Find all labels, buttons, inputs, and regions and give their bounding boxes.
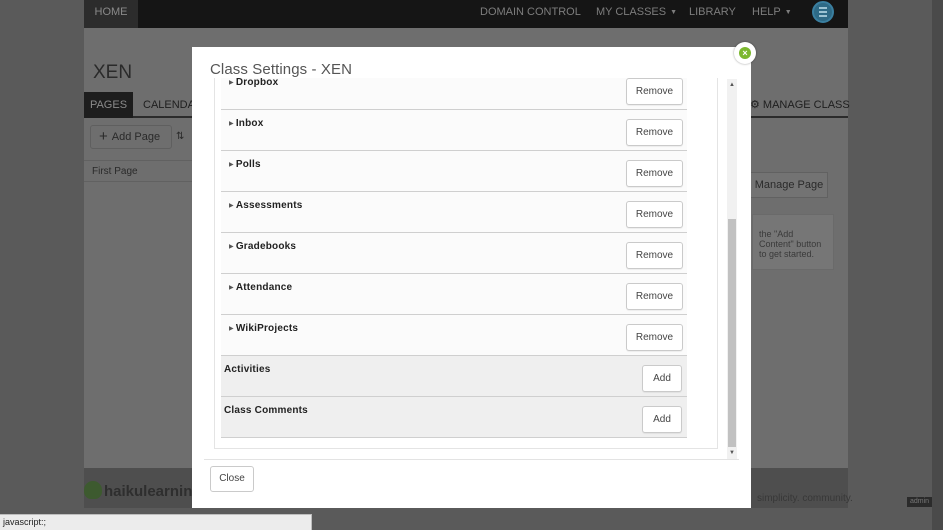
tool-row: ▶ WikiProjects Remove bbox=[221, 315, 687, 356]
tool-name: Inbox bbox=[235, 118, 264, 129]
tool-name: WikiProjects bbox=[235, 323, 299, 334]
nav-library[interactable]: LIBRARY bbox=[689, 0, 736, 24]
modal-content: ▶ Dropbox Remove ▶ Inbox Remove ▶ Polls Remove ▶ A… bbox=[214, 78, 718, 449]
add-page-button[interactable]: + Add Page bbox=[90, 125, 172, 149]
tool-name: Gradebooks bbox=[235, 241, 297, 252]
expand-triangle-icon: ▶ bbox=[229, 326, 234, 332]
modal-title: Class Settings - XEN bbox=[210, 61, 353, 78]
tree-icon bbox=[84, 481, 102, 499]
scroll-down-arrow-icon[interactable]: ▼ bbox=[727, 447, 737, 459]
tool-row: ▶ Dropbox Remove bbox=[221, 78, 687, 110]
tool-row: ▶ Attendance Remove bbox=[221, 274, 687, 315]
nav-my-classes-label: MY CLASSES bbox=[596, 6, 667, 18]
expand-triangle-icon: ▶ bbox=[229, 285, 234, 291]
tool-row: ▶ Inbox Remove bbox=[221, 110, 687, 151]
remove-tool-button[interactable]: Remove bbox=[626, 283, 683, 310]
remove-tool-button[interactable]: Remove bbox=[626, 119, 683, 146]
window-scrollbar[interactable] bbox=[932, 0, 943, 530]
nav-home[interactable]: HOME bbox=[84, 0, 138, 28]
remove-tool-button[interactable]: Remove bbox=[626, 160, 683, 187]
logo-text: haikulearning bbox=[104, 483, 202, 500]
add-tool-button[interactable]: Add bbox=[642, 406, 682, 433]
add-tool-button[interactable]: Add bbox=[642, 365, 682, 392]
tool-name: Polls bbox=[235, 159, 261, 170]
footer-tagline: simplicity. community. bbox=[757, 493, 853, 504]
tab-manage-class-label: MANAGE CLASS bbox=[762, 99, 850, 111]
user-avatar-icon[interactable] bbox=[812, 1, 834, 23]
nav-my-classes[interactable]: MY CLASSES ▼ bbox=[596, 0, 677, 25]
tool-row: Class Comments Add bbox=[221, 397, 687, 438]
remove-tool-button[interactable]: Remove bbox=[626, 201, 683, 228]
tool-row-label[interactable]: ▶ Assessments bbox=[229, 200, 303, 211]
sort-icon[interactable]: ⇅ bbox=[176, 131, 184, 142]
modal-close-icon[interactable]: × bbox=[734, 42, 756, 64]
tool-row-label[interactable]: ▶ Inbox bbox=[229, 118, 264, 129]
nav-help[interactable]: HELP ▼ bbox=[752, 0, 792, 25]
remove-tool-button[interactable]: Remove bbox=[626, 324, 683, 351]
nav-domain-control[interactable]: DOMAIN CONTROL bbox=[480, 0, 581, 24]
expand-triangle-icon: ▶ bbox=[229, 244, 234, 250]
expand-triangle-icon: ▶ bbox=[229, 203, 234, 209]
chevron-down-icon: ▼ bbox=[784, 9, 792, 16]
tool-row: ▶ Gradebooks Remove bbox=[221, 233, 687, 274]
tool-name: Activities bbox=[224, 364, 271, 375]
manage-page-button[interactable]: Manage Page bbox=[750, 172, 828, 198]
expand-triangle-icon: ▶ bbox=[229, 121, 234, 127]
tool-name: Attendance bbox=[235, 282, 293, 293]
close-button[interactable]: Close bbox=[210, 466, 254, 492]
tab-manage-class[interactable]: ⚙ MANAGE CLASS bbox=[750, 92, 850, 118]
remove-tool-button[interactable]: Remove bbox=[626, 78, 683, 105]
tab-pages[interactable]: PAGES bbox=[84, 92, 133, 118]
tool-row: Activities Add bbox=[221, 356, 687, 397]
tool-row: ▶ Assessments Remove bbox=[221, 192, 687, 233]
add-page-label: Add Page bbox=[111, 131, 161, 143]
plus-icon: + bbox=[99, 128, 108, 145]
chevron-down-icon: ▼ bbox=[670, 9, 678, 16]
expand-triangle-icon: ▶ bbox=[229, 80, 234, 86]
page-list-item[interactable]: First Page bbox=[84, 160, 194, 182]
tool-name: Assessments bbox=[235, 200, 303, 211]
tool-row: ▶ Polls Remove bbox=[221, 151, 687, 192]
haiku-logo: haikulearning bbox=[84, 481, 202, 500]
modal-scroll-thumb[interactable] bbox=[728, 219, 736, 447]
nav-help-label: HELP bbox=[752, 6, 781, 18]
tool-row-label[interactable]: ▶ Dropbox bbox=[229, 78, 278, 88]
gear-icon: ⚙ bbox=[750, 99, 763, 111]
tool-row-label: Activities bbox=[224, 364, 270, 375]
close-icon: × bbox=[739, 47, 751, 59]
tool-row-label[interactable]: ▶ Gradebooks bbox=[229, 241, 296, 252]
tool-name: Class Comments bbox=[224, 405, 308, 416]
tool-row-label[interactable]: ▶ WikiProjects bbox=[229, 323, 298, 334]
tool-row-label[interactable]: ▶ Polls bbox=[229, 159, 261, 170]
scroll-up-arrow-icon[interactable]: ▲ bbox=[727, 79, 737, 91]
remove-tool-button[interactable]: Remove bbox=[626, 242, 683, 269]
class-title: XEN bbox=[93, 62, 133, 83]
top-navigation: HOME DOMAIN CONTROL MY CLASSES ▼ LIBRARY … bbox=[84, 0, 848, 28]
expand-triangle-icon: ▶ bbox=[229, 162, 234, 168]
tool-name: Dropbox bbox=[235, 78, 279, 88]
empty-state-hint: the "Add Content" button to get started. bbox=[752, 214, 834, 270]
modal-footer-divider bbox=[204, 459, 739, 460]
tool-row-label[interactable]: ▶ Attendance bbox=[229, 282, 292, 293]
class-settings-modal: Class Settings - XEN ▶ Dropbox Remove ▶ Inbo… bbox=[192, 47, 751, 508]
browser-status-bar: javascript:; bbox=[0, 514, 312, 530]
admin-badge: admin bbox=[907, 497, 933, 507]
tool-row-label: Class Comments bbox=[224, 405, 308, 416]
